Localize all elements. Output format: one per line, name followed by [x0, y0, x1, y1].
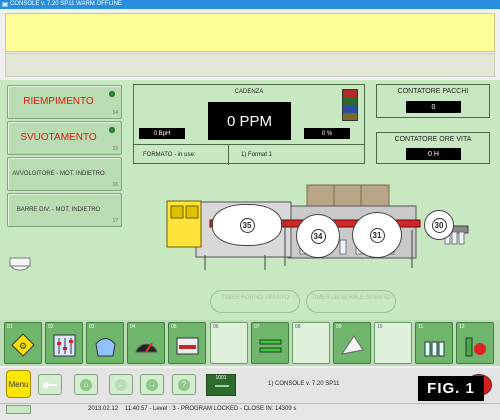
toolbar-button-number: 12	[459, 324, 465, 330]
station-circle[interactable]: 31	[352, 212, 402, 258]
toolbar-button-03[interactable]: 03	[86, 322, 124, 364]
toolbar-button-number: 11	[418, 324, 424, 330]
toolbar-button-number: 07	[254, 324, 260, 330]
toolbar-button-number: 08	[295, 324, 301, 330]
key-icon	[43, 381, 57, 388]
status-text: 2013.02.12 11:40:57 - Level : 3 - PROGRA…	[88, 406, 296, 412]
toolbar-button-number: 10	[377, 324, 383, 330]
station-number: 35	[239, 217, 255, 233]
bottle-stop-icon	[463, 332, 488, 359]
toolbar-button-number: 04	[130, 324, 136, 330]
help-button[interactable]: ?	[172, 374, 196, 395]
bottles-icon	[422, 332, 447, 359]
status-message: - Level : 3 - PROGRAM LOCKED - CLOSE IN:…	[149, 406, 297, 412]
speedometer-icon	[134, 332, 159, 359]
warning-diamond-icon: ⚙	[11, 332, 36, 359]
program-indicator[interactable]: 1001	[206, 374, 236, 396]
toolbar-button-07[interactable]: 07	[251, 322, 289, 364]
toolbar-button-06[interactable]: 06	[210, 322, 248, 364]
toolbar-button-10[interactable]: 10	[374, 322, 412, 364]
machine-diagram	[9, 184, 469, 271]
program-dash	[215, 385, 229, 387]
back-button[interactable]: ←	[109, 374, 133, 395]
svg-text:⚙: ⚙	[19, 341, 27, 351]
toolbar-button-04[interactable]: 04	[127, 322, 165, 364]
station-circle[interactable]: 30	[424, 210, 454, 240]
toolbar-button-05[interactable]: 05	[168, 322, 206, 364]
home-button[interactable]: ⌂	[74, 374, 98, 395]
toolbar-button-12[interactable]: 12	[456, 322, 494, 364]
console-version: 1) CONSOLE v. 7.20 SP11	[268, 381, 340, 387]
toolbar-button-number: 01	[7, 324, 13, 330]
status-time: 11:40:57	[124, 406, 148, 412]
film-roll-icon	[340, 332, 365, 359]
home-icon: ⌂	[80, 378, 92, 391]
toolbar-button-number: 02	[48, 324, 54, 330]
conveyor-icon	[258, 332, 283, 359]
status-button[interactable]	[6, 405, 31, 414]
forward-button[interactable]: →	[140, 374, 164, 395]
timer-generale: TIMER GENERALE SPENTO	[306, 290, 396, 313]
back-arrow-icon: ←	[115, 378, 127, 391]
station-number: 34	[310, 228, 326, 244]
toolbar-button-09[interactable]: 09	[333, 322, 371, 364]
key-button[interactable]	[38, 374, 62, 395]
menu-button[interactable]: Menu	[6, 370, 31, 398]
program-number: 1001	[215, 375, 227, 381]
forward-arrow-icon: →	[146, 378, 158, 391]
timer-forno: TIMER FORNO SPENTO	[210, 290, 300, 313]
basket-icon	[93, 332, 118, 359]
sliders-icon	[52, 332, 77, 359]
toolbar-button-11[interactable]: 11	[415, 322, 453, 364]
station-circle[interactable]: 35	[212, 204, 282, 246]
toolbar-button-01[interactable]: 01 ⚙	[4, 322, 42, 364]
figure-label: FIG. 1	[418, 376, 484, 401]
station-number: 31	[369, 227, 385, 243]
toolbar-button-number: 03	[89, 324, 95, 330]
station-circle[interactable]: 34	[296, 214, 340, 258]
machine-icon	[175, 332, 200, 359]
help-icon: ?	[178, 378, 190, 391]
toolbar-button-02[interactable]: 02	[45, 322, 83, 364]
toolbar-button-number: 09	[336, 324, 342, 330]
toolbar-button-number: 05	[171, 324, 177, 330]
status-date: 2013.02.12	[88, 406, 119, 412]
toolbar-button-number: 06	[213, 324, 219, 330]
toolbar-button-08[interactable]: 08	[292, 322, 330, 364]
station-number: 30	[431, 217, 447, 233]
